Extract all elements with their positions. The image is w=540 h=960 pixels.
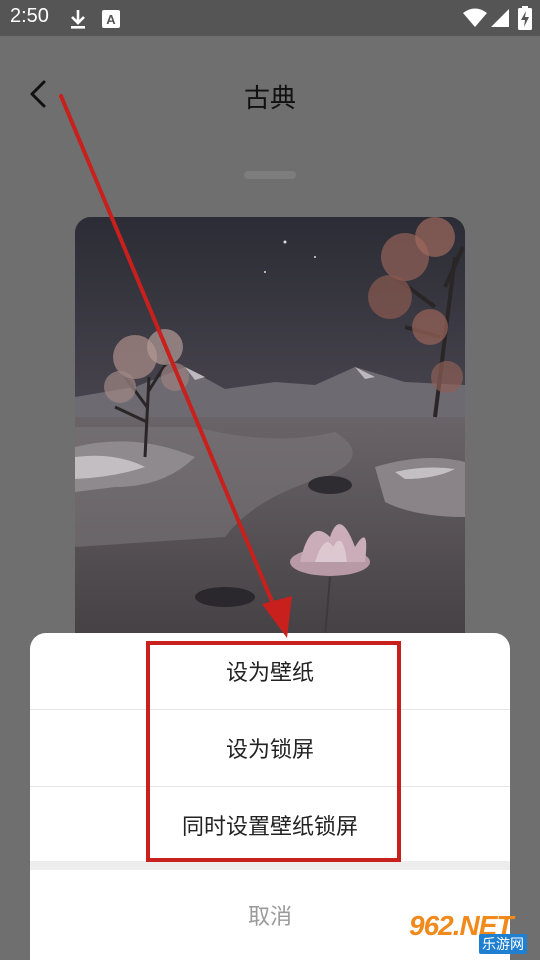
site-watermark: 962.NET 乐游网 xyxy=(405,910,535,958)
page-indicator xyxy=(244,171,296,179)
signal-icon xyxy=(491,9,509,27)
watermark-subtext: 乐游网 xyxy=(479,934,527,954)
wifi-icon xyxy=(463,8,487,27)
wallpaper-preview-image[interactable] xyxy=(75,217,465,677)
landscape-painting xyxy=(75,217,465,677)
status-time: 2:50 xyxy=(10,5,49,27)
battery-charging-icon xyxy=(518,6,532,30)
font-a-glyph: A xyxy=(106,12,116,27)
page-title: 古典 xyxy=(243,84,296,114)
download-icon xyxy=(71,10,85,29)
status-bar: 2:50 A xyxy=(0,0,540,36)
annotation-highlight-box xyxy=(146,641,401,862)
sheet-separator xyxy=(30,861,510,870)
font-a-icon: A xyxy=(102,10,120,28)
